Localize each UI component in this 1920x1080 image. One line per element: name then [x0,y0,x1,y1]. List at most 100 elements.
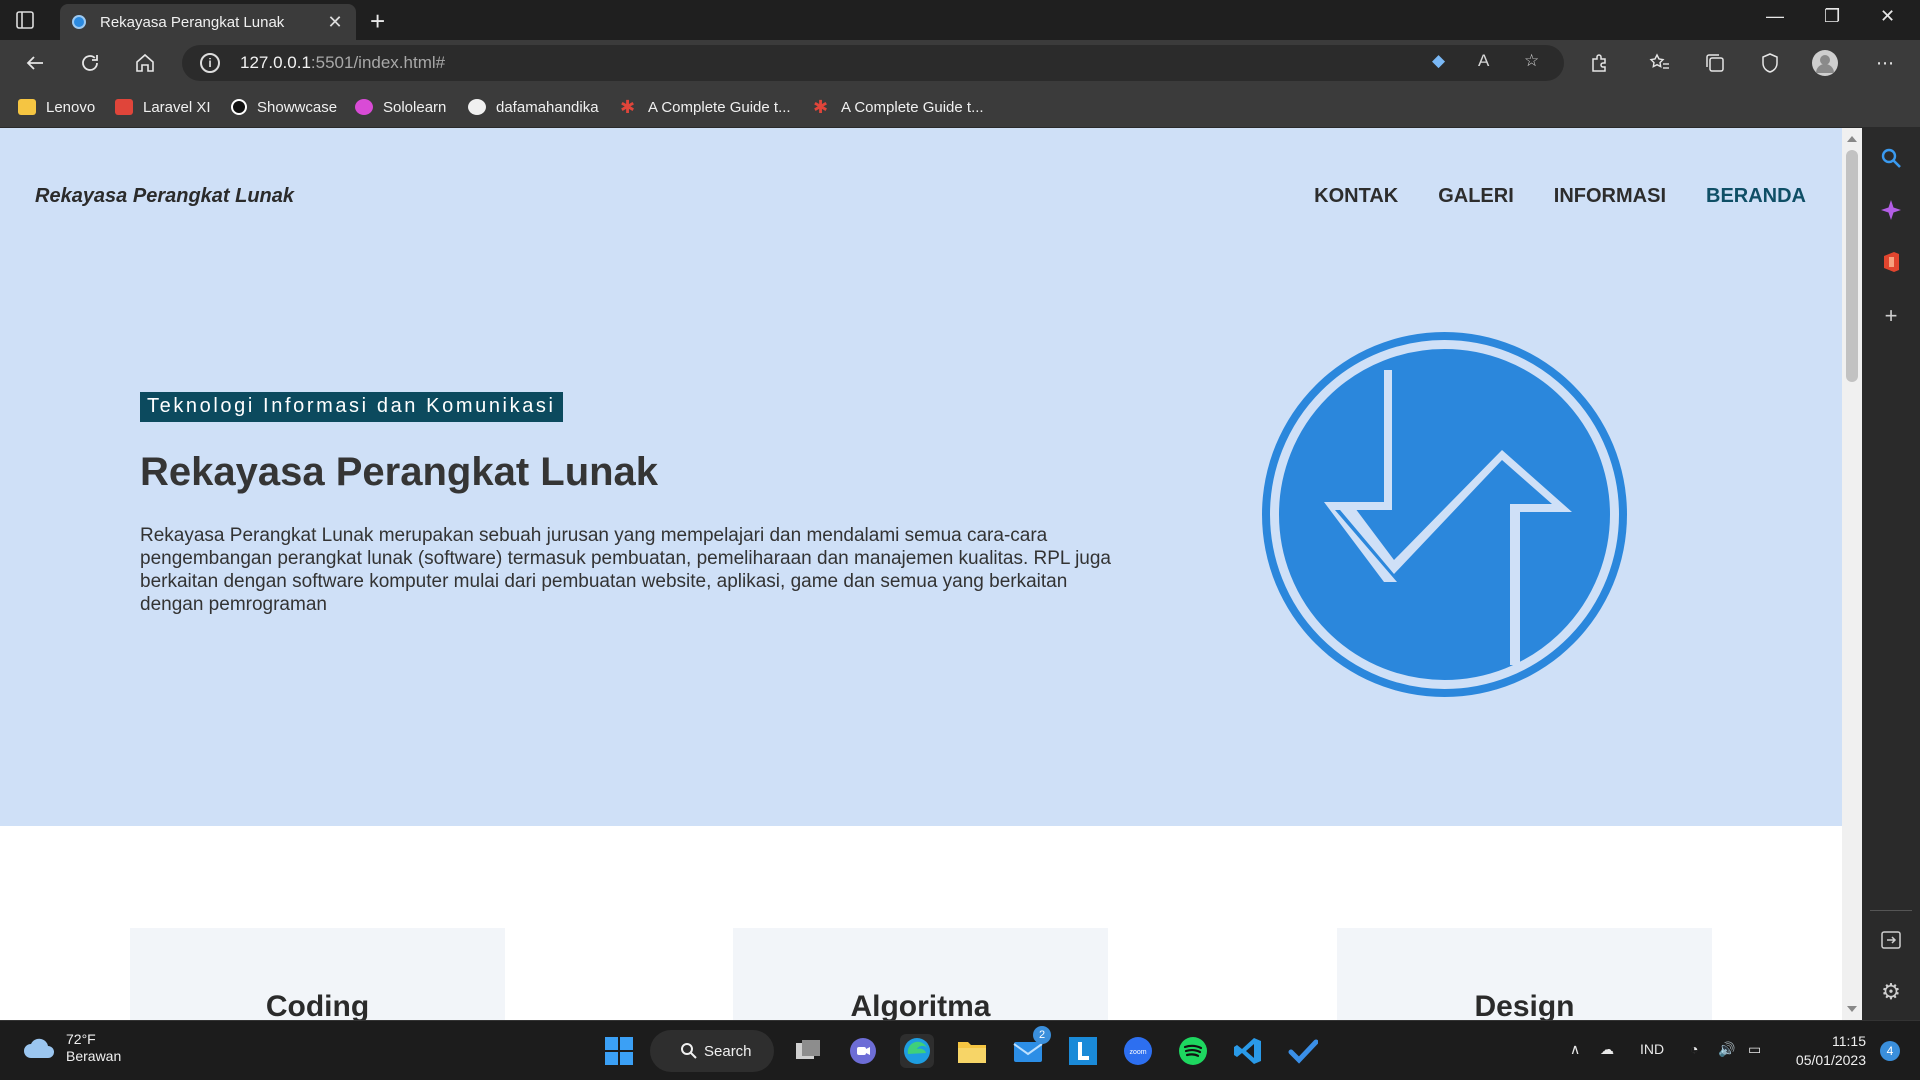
mail-badge: 2 [1033,1026,1051,1044]
asterisk-icon: ✱ [620,97,636,117]
address-bar[interactable]: i 127.0.0.1:5501/index.html# ◆ A ☆ [182,45,1564,81]
restore-icon[interactable]: ❐ [1824,6,1840,27]
cloud-icon [24,1038,54,1058]
todo-icon[interactable] [1286,1034,1320,1068]
bookmark-item[interactable]: Laravel XI [115,96,211,118]
nav-beranda[interactable]: BERANDA [1706,185,1806,208]
battery-icon[interactable]: ▭ [1748,1041,1761,1058]
close-window-icon[interactable]: ✕ [1880,6,1895,27]
active-tab[interactable]: Rekayasa Perangkat Lunak ✕ [60,4,356,40]
extensions-icon[interactable] [1586,50,1612,76]
weather-temperature: 72°F [66,1031,96,1047]
system-clock[interactable]: 11:15 05/01/2023 [1796,1032,1866,1070]
zoom-icon[interactable]: zoom [1121,1034,1155,1068]
card-algoritma[interactable]: Algoritma [733,928,1108,1020]
bookmark-item[interactable]: Lenovo [18,96,95,118]
favorites-icon[interactable] [1647,50,1673,76]
folder-icon [18,99,36,115]
coupon-tag-icon[interactable]: ◆ [1432,51,1445,71]
showwcase-icon [231,99,247,115]
add-icon[interactable]: + [1879,303,1903,328]
taskbar-search[interactable]: Search [650,1030,774,1072]
task-view-icon[interactable] [791,1034,825,1068]
clock-time: 11:15 [1832,1033,1866,1049]
site-brand[interactable]: Rekayasa Perangkat Lunak [35,185,294,208]
refresh-icon[interactable] [77,50,103,76]
scrollbar-thumb[interactable] [1846,150,1858,382]
home-icon[interactable] [132,50,158,76]
input-language[interactable]: IND [1640,1041,1664,1057]
volume-icon[interactable]: 🔊 [1718,1041,1735,1058]
minimize-icon[interactable]: — [1766,6,1784,27]
search-label: Search [704,1042,752,1060]
site-info-icon[interactable]: i [200,53,220,73]
tab-actions-icon[interactable] [14,9,36,31]
file-explorer-icon[interactable] [955,1034,989,1068]
windows-taskbar: 72°F Berawan Search 2 zoom ∧ ☁ IND ◔ 🔊 ▭… [0,1020,1920,1080]
favorite-add-icon[interactable]: ☆ [1524,51,1539,71]
bookmarks-bar: Lenovo Laravel XI Showwcase Sololearn da… [0,86,1920,128]
hero-description: Rekayasa Perangkat Lunak merupakan sebua… [140,525,1111,615]
nav-kontak[interactable]: KONTAK [1314,185,1398,208]
scroll-up-icon[interactable] [1847,136,1857,142]
browser-essentials-icon[interactable] [1757,50,1783,76]
laravel-icon [115,99,133,115]
back-icon[interactable] [22,50,48,76]
nav-informasi[interactable]: INFORMASI [1554,185,1666,208]
card-title: Coding [265,990,370,1020]
office-icon[interactable] [1879,250,1903,274]
read-aloud-icon[interactable]: A [1478,51,1489,71]
bookmark-item[interactable]: ✱ A Complete Guide t... [620,96,791,118]
tab-title: Rekayasa Perangkat Lunak [100,13,285,31]
card-title: Algoritma [850,990,991,1020]
svg-text:zoom: zoom [1129,1049,1146,1056]
browser-toolbar: i 127.0.0.1:5501/index.html# ◆ A ☆ ⋯ [0,40,1920,86]
teams-chat-icon[interactable] [846,1034,880,1068]
page-scrollbar[interactable] [1842,128,1862,1020]
scroll-down-icon[interactable] [1847,1006,1857,1012]
copilot-icon[interactable] [1879,198,1903,222]
notification-badge[interactable]: 4 [1880,1041,1900,1061]
close-tab-icon[interactable]: ✕ [326,12,344,33]
clock-date: 05/01/2023 [1795,1052,1866,1068]
hero-title: Rekayasa Perangkat Lunak [140,450,659,494]
hero-kicker: Teknologi Informasi dan Komunikasi [140,392,563,422]
profile-avatar[interactable] [1812,50,1838,76]
favicon-icon [72,15,86,29]
gear-icon[interactable]: ⚙ [1879,979,1903,1004]
search-icon [681,1043,697,1059]
sololearn-icon [355,99,373,115]
onedrive-icon[interactable]: ☁ [1600,1041,1614,1058]
wifi-icon[interactable]: ◔ [1690,1041,1698,1057]
vscode-icon[interactable] [1231,1034,1265,1068]
url-text[interactable]: 127.0.0.1:5501/index.html# [240,53,445,73]
main-nav: KONTAK GALERI INFORMASI BERANDA [1314,185,1806,208]
card-design[interactable]: Design [1337,928,1712,1020]
collections-icon[interactable] [1702,50,1728,76]
weather-widget[interactable]: 72°F Berawan [22,1031,121,1065]
mail-icon[interactable]: 2 [1011,1026,1051,1068]
new-tab-icon[interactable]: + [370,6,385,37]
edge-icon[interactable] [900,1034,934,1068]
bookmark-item[interactable]: Showwcase [231,96,337,118]
github-icon [468,99,486,115]
lenovo-vantage-icon[interactable] [1066,1034,1100,1068]
bookmark-item[interactable]: dafamahandika [468,96,599,118]
settings-more-icon[interactable]: ⋯ [1872,50,1898,76]
browser-sidebar: + ⚙ [1862,128,1920,1020]
sidebar-divider [1870,910,1912,911]
bookmark-item[interactable]: Sololearn [355,96,446,118]
show-hidden-icons-icon[interactable]: ∧ [1570,1041,1580,1058]
hide-sidebar-icon[interactable] [1879,928,1903,952]
rpl-logo-icon [1262,332,1627,697]
card-coding[interactable]: Coding [130,928,505,1020]
spotify-icon[interactable] [1176,1034,1210,1068]
hero-section: Rekayasa Perangkat Lunak KONTAK GALERI I… [0,128,1842,826]
nav-galeri[interactable]: GALERI [1438,185,1514,208]
browser-tab-bar: Rekayasa Perangkat Lunak ✕ + — ❐ ✕ [0,0,1920,40]
search-icon[interactable] [1879,146,1903,170]
card-title: Design [1474,990,1575,1020]
start-icon[interactable] [602,1034,636,1068]
bookmark-item[interactable]: ✱ A Complete Guide t... [813,96,984,118]
asterisk-icon: ✱ [813,97,829,117]
